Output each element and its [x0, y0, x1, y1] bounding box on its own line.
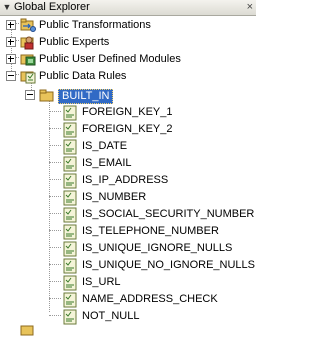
panel-header: ▼ Global Explorer ×: [0, 0, 256, 16]
tree-node-public-user-defined-modules[interactable]: Public User Defined Modules: [0, 51, 256, 68]
data-rule-icon: [63, 207, 77, 223]
tree-leaf-data-rule[interactable]: IS_IP_ADDRESS: [0, 172, 256, 189]
collapse-toggle[interactable]: [25, 90, 35, 100]
transformations-icon: [20, 18, 36, 32]
tree-node-label: Public Experts: [39, 36, 110, 48]
tree-node-label: IS_URL: [82, 276, 121, 288]
expand-toggle[interactable]: [6, 54, 16, 64]
tree-leaf-data-rule[interactable]: IS_NUMBER: [0, 189, 256, 206]
chevron-down-icon[interactable]: ▼: [2, 2, 12, 12]
tree-node-label: IS_SOCIAL_SECURITY_NUMBER: [82, 208, 255, 220]
data-rule-icon: [63, 105, 77, 121]
tree-node-label: NAME_ADDRESS_CHECK: [82, 293, 218, 305]
tree-node-built-in[interactable]: BUILT_IN: [0, 87, 256, 104]
tree-leaf-data-rule[interactable]: FOREIGN_KEY_1: [0, 104, 256, 121]
tree-node-public-data-rules[interactable]: Public Data Rules: [0, 68, 256, 85]
user-module-icon: [20, 54, 36, 66]
tree-node-public-transformations[interactable]: Public Transformations: [0, 17, 256, 34]
collapse-toggle[interactable]: [6, 71, 16, 81]
tree-node-label: IS_TELEPHONE_NUMBER: [82, 225, 219, 237]
folder-icon: [39, 89, 54, 102]
close-icon[interactable]: ×: [247, 1, 253, 14]
tree-node-label: FOREIGN_KEY_1: [82, 106, 173, 118]
tree-leaf-data-rule[interactable]: NAME_ADDRESS_CHECK: [0, 291, 256, 308]
data-rule-icon: [63, 258, 77, 274]
expand-toggle[interactable]: [6, 20, 16, 30]
expand-toggle[interactable]: [6, 37, 16, 47]
tree-node-label: IS_UNIQUE_NO_IGNORE_NULLS: [82, 259, 255, 271]
tree-leaf-data-rule[interactable]: IS_SOCIAL_SECURITY_NUMBER: [0, 206, 256, 223]
folder-icon: [20, 325, 34, 336]
tree-node-label: IS_IP_ADDRESS: [82, 174, 169, 186]
tree-leaf-data-rule[interactable]: IS_TELEPHONE_NUMBER: [0, 223, 256, 240]
panel-title: Global Explorer: [14, 1, 90, 13]
tree-leaf-data-rule[interactable]: IS_URL: [0, 274, 256, 291]
tree-node-label: IS_EMAIL: [82, 157, 132, 169]
tree-node-label: IS_DATE: [82, 140, 128, 152]
data-rule-icon: [63, 139, 77, 155]
global-explorer-tree[interactable]: Public Transformations Public Experts Pu…: [0, 17, 256, 336]
tree-leaf-data-rule[interactable]: NOT_NULL: [0, 308, 256, 325]
tree-leaf-data-rule[interactable]: IS_UNIQUE_NO_IGNORE_NULLS: [0, 257, 256, 274]
tree-node-label: Public Data Rules: [39, 70, 127, 82]
data-rule-icon: [63, 156, 77, 172]
data-rule-icon: [63, 224, 77, 240]
tree-leaf-data-rule[interactable]: IS_UNIQUE_IGNORE_NULLS: [0, 240, 256, 257]
tree-node-label: IS_NUMBER: [82, 191, 147, 203]
tree-node-label: Public User Defined Modules: [39, 53, 181, 65]
tree-leaf-data-rule[interactable]: IS_DATE: [0, 138, 256, 155]
tree-leaf-data-rule[interactable]: IS_EMAIL: [0, 155, 256, 172]
data-rule-icon: [63, 309, 77, 325]
data-rule-icon: [63, 122, 77, 138]
data-rule-icon: [63, 275, 77, 291]
data-rule-icon: [63, 190, 77, 206]
data-rule-icon: [63, 241, 77, 257]
experts-icon: [20, 36, 34, 50]
data-rule-icon: [63, 173, 77, 189]
tree-node-label: Public Transformations: [39, 19, 151, 31]
tree-node-label: FOREIGN_KEY_2: [82, 123, 173, 135]
tree-node-label: NOT_NULL: [82, 310, 140, 322]
data-rule-icon: [63, 292, 77, 308]
tree-node-label: IS_UNIQUE_IGNORE_NULLS: [82, 242, 233, 254]
data-rules-folder-icon: [20, 71, 36, 84]
tree-leaf-data-rule[interactable]: FOREIGN_KEY_2: [0, 121, 256, 138]
tree-node-label: BUILT_IN: [58, 89, 114, 104]
tree-node-public-experts[interactable]: Public Experts: [0, 34, 256, 51]
